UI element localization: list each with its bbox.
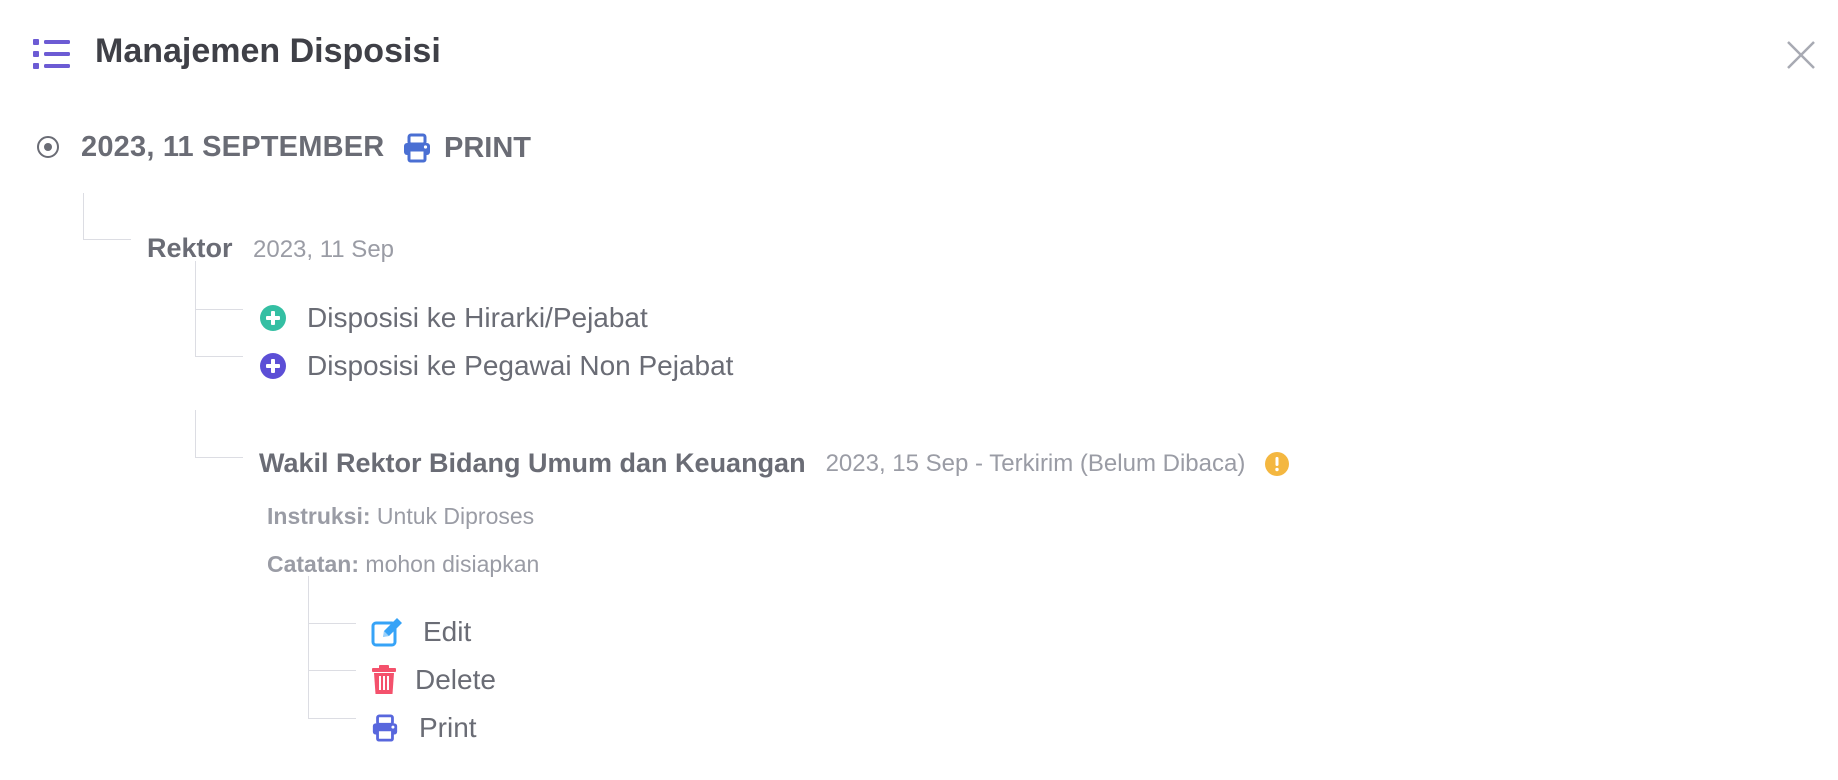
print-all-button[interactable]: PRINT <box>402 128 531 168</box>
disposisi-hirarki-button[interactable]: Disposisi ke Hirarki/Pejabat <box>259 300 648 336</box>
close-button[interactable] <box>1784 38 1818 72</box>
print-button[interactable]: Print <box>371 710 477 746</box>
edit-button[interactable]: Edit <box>371 614 471 650</box>
tree-connector <box>195 261 243 310</box>
instruksi-row: Instruksi: Untuk Diproses <box>267 503 534 530</box>
instruksi-label: Instruksi: <box>267 503 371 529</box>
instruksi-value: Untuk Diproses <box>376 503 535 529</box>
list-icon <box>33 38 71 70</box>
radio-dot-icon <box>36 135 60 159</box>
print-label: Print <box>419 712 477 743</box>
tree-connector <box>308 576 356 624</box>
delete-label: Delete <box>415 664 496 695</box>
edit-label: Edit <box>423 616 472 647</box>
print-icon <box>404 133 430 163</box>
node-status-meta: 2023, 15 Sep - Terkirim (Belum Dibaca) <box>825 449 1246 477</box>
node-date: 2023, 11 Sep <box>253 236 395 263</box>
edit-icon <box>371 618 402 647</box>
plus-circle-icon <box>260 353 286 379</box>
delete-button[interactable]: Delete <box>371 662 496 698</box>
tree-connector <box>195 309 243 357</box>
print-all-label: PRINT <box>444 131 531 164</box>
catatan-row: Catatan: mohon disiapkan <box>267 551 539 578</box>
plus-circle-icon <box>260 305 286 331</box>
action-label: Disposisi ke Hirarki/Pejabat <box>307 302 648 333</box>
catatan-label: Catatan: <box>267 551 360 577</box>
tree-connector <box>83 193 131 240</box>
close-icon <box>1787 41 1815 69</box>
exclamation-circle-icon <box>1265 451 1290 476</box>
print-icon <box>372 714 398 742</box>
tree-connector <box>308 623 356 671</box>
catatan-value: mohon disiapkan <box>365 551 540 577</box>
tree-connector <box>308 671 356 719</box>
disposisi-non-pejabat-button[interactable]: Disposisi ke Pegawai Non Pejabat <box>259 348 733 384</box>
child-node-header: Wakil Rektor Bidang Umum dan Keuangan 20… <box>259 448 1290 479</box>
trash-icon <box>372 665 396 694</box>
tree-connector <box>195 410 243 458</box>
modal-title: Manajemen Disposisi <box>95 32 441 70</box>
action-label: Disposisi ke Pegawai Non Pejabat <box>307 350 734 381</box>
node-name-wakil-rektor: Wakil Rektor Bidang Umum dan Keuangan <box>259 448 806 478</box>
node-name-rektor: Rektor <box>147 233 233 263</box>
date-heading: 2023, 11 SEPTEMBER <box>81 131 385 163</box>
